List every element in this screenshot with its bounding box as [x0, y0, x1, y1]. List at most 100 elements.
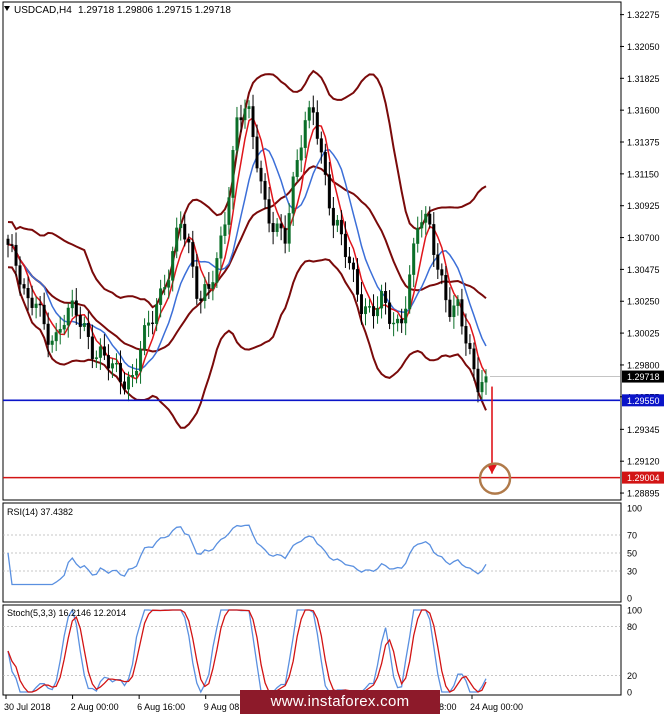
candle-down	[10, 244, 14, 246]
candle-down	[319, 138, 323, 153]
candle-down	[259, 167, 263, 182]
ohlc-readout: 1.29718 1.29806 1.29715 1.29718	[78, 5, 231, 16]
candle-down	[263, 180, 267, 200]
candle-down	[78, 315, 82, 327]
candle-down	[118, 362, 122, 382]
candle-up	[147, 322, 151, 326]
candle-up	[307, 107, 311, 121]
time-tick-label: 24 Aug 00:00	[470, 702, 523, 712]
candle-up	[484, 376, 488, 383]
candle-down	[468, 343, 472, 349]
price-tick-label: 1.30700	[627, 233, 660, 243]
candle-down	[106, 355, 110, 369]
candle-up	[363, 306, 367, 315]
price-tick-label: 1.32275	[627, 10, 660, 20]
current-price-label: 1.29718	[627, 372, 660, 382]
candle-up	[58, 328, 62, 333]
candle-up	[98, 346, 102, 358]
candle-up	[412, 243, 416, 275]
rsi-tick-label: 70	[627, 531, 637, 541]
time-tick-label: 2 Aug 00:00	[71, 702, 119, 712]
candle-down	[432, 224, 436, 255]
candle-up	[295, 160, 299, 177]
candle-up	[456, 299, 460, 306]
candle-down	[472, 348, 476, 370]
candle-down	[384, 291, 388, 303]
rsi-tick-label: 100	[627, 504, 642, 514]
candle-up	[62, 324, 66, 330]
candle-up	[131, 375, 135, 378]
candle-up	[211, 282, 215, 289]
candle-up	[155, 304, 159, 324]
candle-up	[215, 258, 219, 283]
candle-down	[42, 304, 46, 325]
candle-down	[46, 323, 50, 345]
candle-up	[66, 307, 70, 326]
support-price-label: 1.29550	[627, 396, 660, 406]
candle-down	[151, 322, 155, 325]
candle-down	[271, 223, 275, 233]
price-tick-label: 1.31600	[627, 106, 660, 116]
candle-down	[440, 269, 444, 276]
candle-down	[239, 117, 243, 121]
candle-down	[476, 368, 480, 393]
candle-down	[18, 265, 22, 285]
candle-down	[400, 318, 404, 324]
candle-up	[219, 235, 223, 259]
candle-down	[315, 112, 319, 139]
candle-down	[372, 306, 376, 317]
candle-down	[444, 275, 448, 301]
candle-down	[331, 207, 335, 226]
candle-down	[90, 336, 94, 360]
candle-down	[6, 238, 10, 245]
candle-down	[359, 294, 363, 315]
candle-down	[436, 254, 440, 270]
price-tick-label: 1.31150	[627, 169, 659, 179]
candle-up	[275, 223, 279, 233]
candle-up	[227, 197, 231, 225]
candle-down	[22, 284, 26, 289]
candle-down	[339, 219, 343, 235]
candle-up	[179, 223, 183, 229]
candle-down	[102, 346, 106, 356]
candle-up	[424, 213, 428, 223]
candle-up	[299, 147, 303, 161]
candle-up	[223, 224, 227, 236]
price-chart-svg: 1.32275 1.32050 1.31825 1.31600 1.31375 1.311…	[0, 0, 665, 718]
candle-down	[351, 262, 355, 270]
candle-up	[163, 287, 167, 289]
price-tick-label: 1.28895	[627, 489, 660, 499]
candle-up	[416, 227, 420, 244]
candle-up	[480, 382, 484, 393]
candle-up	[420, 222, 424, 229]
candle-down	[199, 298, 203, 301]
candle-up	[114, 362, 118, 365]
candle-down	[464, 325, 468, 344]
candle-down	[267, 199, 271, 224]
price-tick-label: 1.29345	[627, 425, 660, 435]
price-tick-label: 1.29800	[627, 360, 660, 370]
rsi-tick-label: 30	[627, 567, 637, 577]
candle-down	[323, 151, 327, 175]
candle-up	[243, 108, 247, 121]
candle-down	[255, 136, 259, 169]
candle-up	[34, 303, 38, 308]
symbol-title: USDCAD,H4	[14, 5, 72, 16]
candle-down	[30, 297, 34, 308]
candle-down	[311, 107, 315, 113]
price-tick-label: 1.30250	[627, 297, 660, 307]
candle-down	[343, 233, 347, 258]
time-tick-label: 30 Jul 2018	[4, 702, 51, 712]
candle-up	[396, 318, 400, 324]
candle-up	[175, 227, 179, 252]
stoch-tick-label: 20	[627, 671, 637, 681]
candle-up	[408, 274, 412, 310]
candle-down	[26, 288, 30, 299]
candle-up	[231, 150, 235, 198]
time-tick-label: 6 Aug 16:00	[137, 702, 185, 712]
candle-up	[380, 291, 384, 309]
candle-up	[392, 322, 396, 325]
candle-up	[159, 288, 163, 305]
candle-up	[235, 117, 239, 151]
candle-down	[428, 213, 432, 225]
